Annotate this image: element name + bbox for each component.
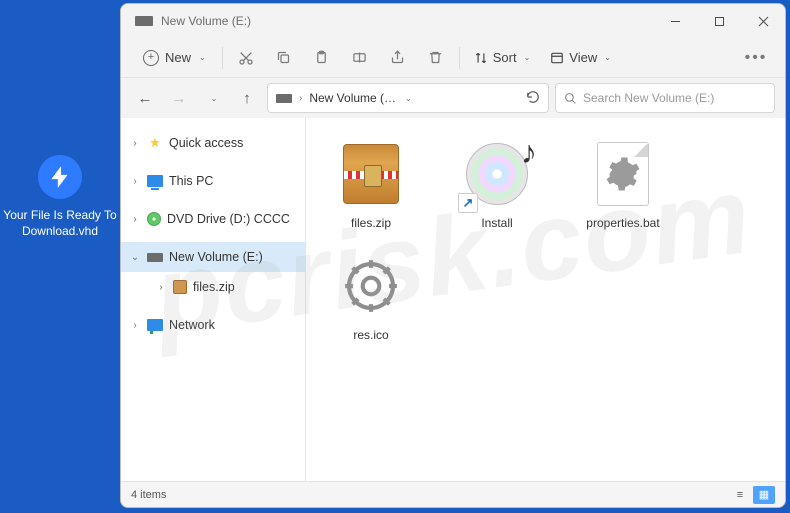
chevron-right-icon[interactable]: › [129,138,141,149]
chevron-down-icon: ⌄ [211,94,218,103]
item-count: 4 items [131,489,166,501]
chevron-right-icon[interactable]: › [129,320,141,331]
new-button[interactable]: + New ⌄ [135,46,214,70]
desktop-area: Your File Is Ready To Download.vhd [0,0,120,513]
view-label: View [569,50,597,65]
maximize-button[interactable] [697,4,741,38]
breadcrumb[interactable]: New Volume (… [309,91,396,105]
status-bar: 4 items ≡ ▦ [121,481,785,507]
file-label: properties.bat [586,216,659,230]
body-area: › ★ Quick access › This PC › DVD Drive (… [121,118,785,481]
delete-button[interactable] [421,43,451,73]
command-toolbar: + New ⌄ Sort ⌄ View [121,38,785,78]
zip-archive-icon [335,138,407,210]
ico-file-icon [335,250,407,322]
vhd-file-icon[interactable] [38,155,82,199]
search-icon [564,92,577,105]
back-button[interactable]: ← [131,84,159,112]
sort-label: Sort [493,50,517,65]
file-label: Install [481,216,512,230]
disc-icon [147,212,161,226]
zip-icon [173,280,187,294]
sort-button[interactable]: Sort ⌄ [468,46,537,69]
tree-this-pc[interactable]: › This PC [121,166,305,196]
chevron-right-icon[interactable]: › [129,176,141,187]
new-label: New [165,50,191,65]
file-properties-bat[interactable]: properties.bat [564,132,682,236]
search-box[interactable] [555,83,775,113]
view-button[interactable]: View ⌄ [544,46,617,69]
cut-button[interactable] [231,43,261,73]
share-button[interactable] [383,43,413,73]
file-res-ico[interactable]: res.ico [312,244,430,348]
separator [459,47,460,69]
tree-network[interactable]: › Network [121,310,305,340]
navigation-tree[interactable]: › ★ Quick access › This PC › DVD Drive (… [121,118,306,481]
chevron-down-icon: ⌄ [524,53,531,62]
ellipsis-icon: ••• [745,49,768,67]
drive-icon [147,253,163,262]
file-label: files.zip [351,216,391,230]
tree-dvd-drive[interactable]: › DVD Drive (D:) CCCC [121,204,305,234]
tree-label: Network [169,318,215,332]
chevron-right-icon: › [299,93,302,104]
chevron-right-icon[interactable]: › [155,282,167,293]
drive-icon [135,16,153,26]
plus-icon: + [143,50,159,66]
minimize-button[interactable] [653,4,697,38]
tree-label: New Volume (E:) [169,250,263,264]
tree-label: DVD Drive (D:) CCCC [167,212,290,226]
address-bar[interactable]: › New Volume (… ⌄ [267,83,549,113]
address-bar-row: ← → ⌄ ↑ › New Volume (… ⌄ [121,78,785,118]
tree-new-volume[interactable]: ⌄ New Volume (E:) [121,242,305,272]
shortcut-overlay-icon: ↗ [458,193,478,213]
titlebar[interactable]: New Volume (E:) [121,4,785,38]
tree-label: This PC [169,174,213,188]
view-icon [550,51,564,65]
chevron-down-icon[interactable]: ⌄ [405,94,412,103]
close-button[interactable] [741,4,785,38]
search-input[interactable] [583,91,766,105]
details-view-toggle[interactable]: ≡ [729,486,751,504]
chevron-right-icon[interactable]: › [129,214,141,225]
rename-button[interactable] [345,43,375,73]
tree-quick-access[interactable]: › ★ Quick access [121,128,305,158]
music-note-icon: ♪ [521,134,537,171]
recent-button[interactable]: ⌄ [199,84,227,112]
explorer-window: New Volume (E:) + New ⌄ [120,3,786,508]
tree-label: files.zip [193,280,235,294]
pc-icon [147,175,163,187]
installer-disc-icon: ♪ ↗ [461,138,533,210]
tree-label: Quick access [169,136,243,150]
file-label: res.ico [353,328,388,342]
batch-file-icon [587,138,659,210]
window-title: New Volume (E:) [161,14,251,28]
icons-view-toggle[interactable]: ▦ [753,486,775,504]
chevron-down-icon: ⌄ [199,53,206,62]
network-icon [147,319,163,331]
chevron-down-icon: ⌄ [604,53,611,62]
up-button[interactable]: ↑ [233,84,261,112]
separator [222,47,223,69]
file-files-zip[interactable]: files.zip [312,132,430,236]
forward-button[interactable]: → [165,84,193,112]
paste-button[interactable] [307,43,337,73]
chevron-down-icon[interactable]: ⌄ [129,252,141,263]
refresh-button[interactable] [526,90,540,107]
copy-button[interactable] [269,43,299,73]
files-pane[interactable]: files.zip ♪ ↗ Install properties.bat [306,118,785,481]
drive-icon [276,94,292,103]
more-button[interactable]: ••• [741,43,771,73]
sort-icon [474,51,488,65]
tree-files-zip[interactable]: › files.zip [121,272,305,302]
star-icon: ★ [147,135,163,151]
vhd-file-label[interactable]: Your File Is Ready To Download.vhd [0,207,120,239]
file-install[interactable]: ♪ ↗ Install [438,132,556,236]
